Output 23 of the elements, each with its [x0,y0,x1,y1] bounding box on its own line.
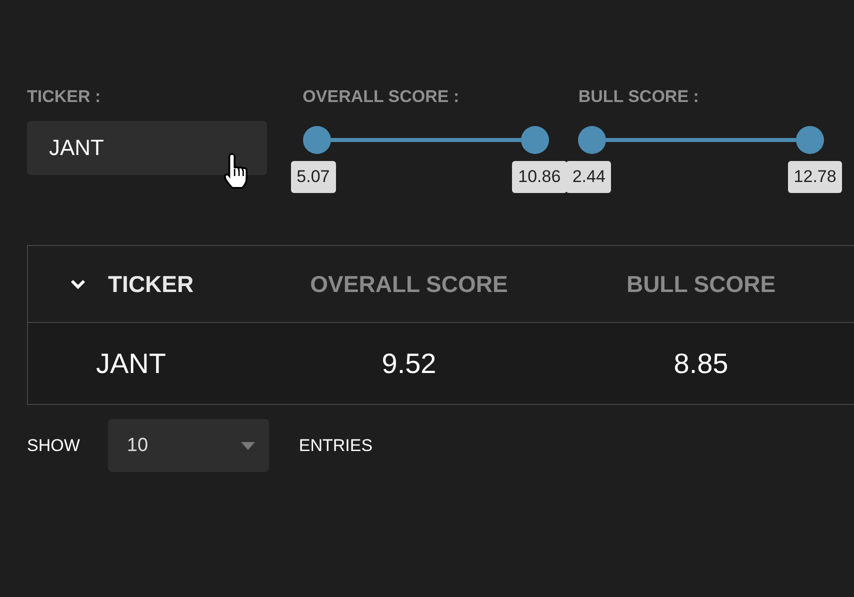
filter-label: OVERALL SCORE : [302,87,460,107]
column-header[interactable]: BULL SCORE [626,270,776,298]
table-cell: 9.52 [382,348,436,380]
entries-label: ENTRIES [298,436,373,456]
column-header[interactable]: OVERALL SCORE [310,270,508,298]
column-header[interactable]: TICKER [108,270,194,298]
chevron-down-icon[interactable] [70,279,86,289]
slider-handle[interactable] [796,126,824,154]
ticker-field[interactable]: JANT [27,121,267,175]
filter-label: BULL SCORE : [578,87,700,107]
value-tooltip: 2.44 [566,161,612,193]
slider-handle[interactable] [302,126,331,154]
caret-icon [240,442,255,450]
filter-label: TICKER : [27,87,102,107]
table-cell: JANT [96,348,166,380]
value-tooltip: 10.86 [512,161,567,193]
show-label: SHOW [27,436,80,456]
value-tooltip: 5.07 [290,161,336,193]
slider-handle[interactable] [578,126,606,154]
value-tooltip: 12.78 [788,161,842,193]
table-cell: 8.85 [674,348,728,380]
entries-dropdown[interactable]: 10 [108,419,269,472]
slider-handle[interactable] [520,126,549,154]
